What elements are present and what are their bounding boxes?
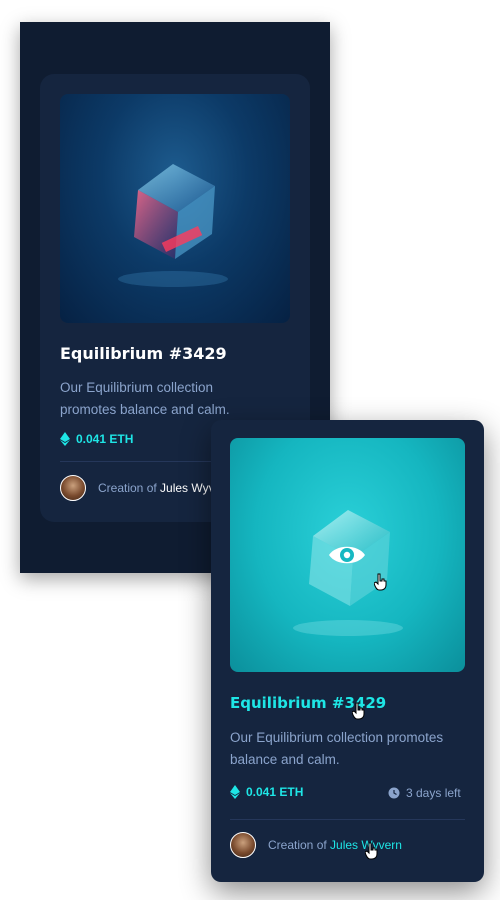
- hand-cursor-icon: [374, 573, 387, 591]
- background-creator-clip: Creation of Jules Wyvern: [0, 0, 211, 900]
- avatar: [230, 832, 256, 858]
- creator-name-link[interactable]: Jules Wyvern: [160, 481, 211, 495]
- hand-cursor-icon: [352, 702, 365, 720]
- nft-price: 0.041 ETH: [230, 785, 303, 799]
- time-left: 3 days left: [388, 786, 461, 800]
- nft-image-hover[interactable]: [230, 438, 465, 672]
- creator-row: Creation of Jules Wyvern: [60, 475, 211, 501]
- eye-icon: [329, 546, 365, 564]
- clock-icon: [388, 787, 400, 799]
- divider: [230, 819, 465, 820]
- creator-prefix: Creation of: [98, 481, 157, 495]
- hand-cursor-icon: [365, 842, 378, 860]
- nft-description: Our Equilibrium collection promotes bala…: [230, 730, 444, 767]
- avatar: [60, 475, 86, 501]
- ethereum-icon: [230, 785, 240, 799]
- time-left-label: 3 days left: [406, 786, 461, 800]
- price-label: 0.041 ETH: [246, 785, 304, 799]
- creator-prefix: Creation of: [268, 838, 327, 852]
